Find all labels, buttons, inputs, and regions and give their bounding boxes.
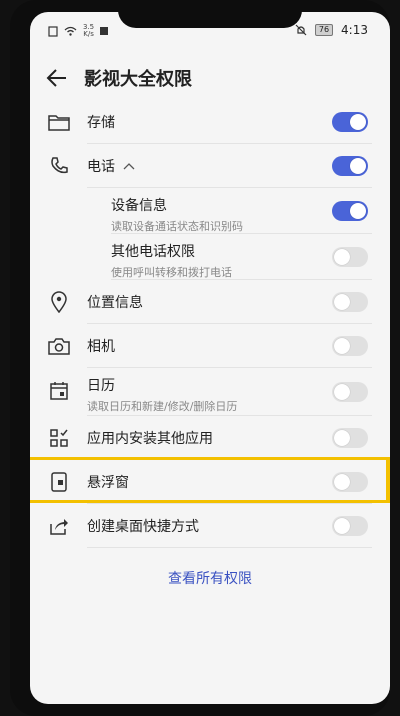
screen: 3.5 K/s 76 4:13 影视大全权限 存储 电话 设备信息 读取设备通话…: [30, 12, 390, 704]
notification-icon: [100, 27, 109, 35]
shortcut-toggle[interactable]: [332, 516, 368, 536]
permission-list: 存储 电话 设备信息 读取设备通话状态和识别码 其他电话权限 使用呼叫转移和拨打…: [30, 100, 390, 548]
permission-label: 日历: [87, 378, 115, 394]
permission-label: 应用内安装其他应用: [87, 431, 213, 447]
permission-row-location[interactable]: 位置信息: [30, 280, 390, 324]
folder-icon: [48, 111, 70, 133]
calendar-toggle[interactable]: [332, 382, 368, 402]
install-apps-toggle[interactable]: [332, 428, 368, 448]
other-phone-toggle[interactable]: [332, 247, 368, 267]
camera-icon: [48, 335, 70, 357]
phone-toggle[interactable]: [332, 156, 368, 176]
phone-frame: 3.5 K/s 76 4:13 影视大全权限 存储 电话 设备信息 读取设备通话…: [10, 0, 390, 716]
wifi-icon: [64, 26, 77, 36]
permission-label: 悬浮窗: [87, 475, 129, 491]
permission-label: 位置信息: [87, 295, 143, 311]
clock: 4:13: [341, 23, 368, 37]
divider: [87, 547, 372, 548]
camera-toggle[interactable]: [332, 336, 368, 356]
calendar-icon: [48, 380, 70, 402]
permission-row-camera[interactable]: 相机: [30, 324, 390, 368]
location-toggle[interactable]: [332, 292, 368, 312]
floating-window-icon: [48, 471, 70, 493]
permission-row-install-apps[interactable]: 应用内安装其他应用: [30, 416, 390, 460]
page-title: 影视大全权限: [84, 69, 192, 90]
phone-icon: [48, 155, 70, 177]
permission-row-calendar[interactable]: 日历 读取日历和新建/修改/删除日历: [30, 368, 390, 416]
shortcut-share-icon: [48, 515, 70, 537]
permission-description: 读取日历和新建/修改/删除日历: [87, 400, 238, 413]
mute-bell-icon: [295, 24, 307, 36]
permission-label: 设备信息: [111, 198, 167, 214]
app-grid-icon: [48, 427, 70, 449]
permission-label: 创建桌面快捷方式: [87, 519, 199, 535]
permission-label: 相机: [87, 339, 115, 355]
permission-row-phone[interactable]: 电话: [30, 144, 390, 188]
location-pin-icon: [48, 291, 70, 313]
view-all-permissions-link[interactable]: 查看所有权限: [30, 568, 390, 588]
permission-description: 读取设备通话状态和识别码: [111, 220, 243, 233]
permission-label: 存储: [87, 115, 115, 131]
permission-description: 使用呼叫转移和拨打电话: [111, 266, 232, 279]
network-speed: 3.5 K/s: [83, 23, 95, 38]
sim-card-icon: [48, 25, 58, 37]
arrow-left-icon[interactable]: [46, 67, 68, 89]
chevron-up-icon[interactable]: [123, 162, 135, 170]
permission-row-shortcut[interactable]: 创建桌面快捷方式: [30, 504, 390, 548]
permission-row-storage[interactable]: 存储: [30, 100, 390, 144]
device-info-toggle[interactable]: [332, 201, 368, 221]
permission-label: 电话: [87, 159, 115, 175]
permission-row-floating-window[interactable]: 悬浮窗: [30, 460, 390, 504]
floating-window-toggle[interactable]: [332, 472, 368, 492]
battery-indicator: 76: [314, 24, 334, 36]
storage-toggle[interactable]: [332, 112, 368, 132]
camera-notch: [118, 0, 302, 28]
permission-row-other-phone[interactable]: 其他电话权限 使用呼叫转移和拨打电话: [30, 234, 390, 280]
app-bar: 影视大全权限: [30, 56, 390, 100]
permission-row-device-info[interactable]: 设备信息 读取设备通话状态和识别码: [30, 188, 390, 234]
permission-label: 其他电话权限: [111, 244, 195, 260]
